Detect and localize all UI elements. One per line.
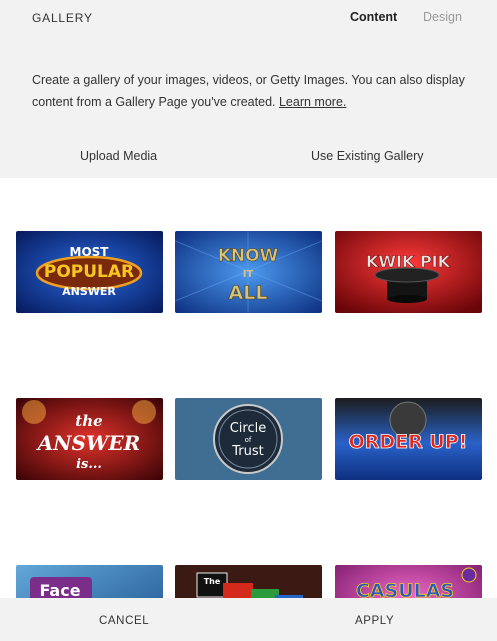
gallery-thumbnail[interactable]: the ANSWER is...: [16, 398, 163, 480]
thumbnail-image: KNOW IT ALL: [175, 231, 322, 313]
description-text: Create a gallery of your images, videos,…: [32, 73, 465, 109]
gallery-grid: MOST POPULAR ANSWER KNOW IT ALL KWIK PIK: [0, 178, 497, 641]
thumbnail-image: ORDER UP!: [335, 398, 482, 480]
panel-title: GALLERY: [32, 11, 93, 25]
gallery-thumbnail[interactable]: KWIK PIK: [335, 231, 482, 313]
cancel-button[interactable]: CANCEL: [99, 615, 149, 627]
thumbnail-line: Trust: [231, 444, 263, 459]
tab-design[interactable]: Design: [423, 10, 462, 24]
gallery-thumbnail[interactable]: ORDER UP!: [335, 398, 482, 480]
learn-more-link[interactable]: Learn more.: [279, 95, 346, 109]
thumbnail-line: The: [204, 577, 221, 586]
thumbnail-image: the ANSWER is...: [16, 398, 163, 480]
thumbnail-image: MOST POPULAR ANSWER: [16, 231, 163, 313]
thumbnail-line: ANSWER: [62, 285, 116, 298]
tab-content[interactable]: Content: [350, 10, 397, 24]
dialog-footer: CANCEL APPLY: [0, 598, 497, 641]
thumbnail-line: ORDER UP!: [349, 431, 468, 453]
thumbnail-line: IT: [243, 269, 254, 280]
thumbnail-line: POPULAR: [44, 262, 134, 282]
thumbnail-line: ANSWER: [36, 431, 141, 455]
thumbnail-line: KWIK PIK: [366, 252, 451, 271]
gallery-thumbnail[interactable]: MOST POPULAR ANSWER: [16, 231, 163, 313]
thumbnail-line: KNOW: [218, 246, 279, 266]
gallery-description: Create a gallery of your images, videos,…: [32, 69, 472, 113]
source-actions: Upload Media Use Existing Gallery: [0, 142, 497, 178]
thumbnail-line: is...: [76, 457, 102, 472]
thumbnail-line: Circle: [230, 421, 267, 436]
thumbnail-image: KWIK PIK: [335, 231, 482, 313]
gallery-thumbnail[interactable]: Circle of Trust: [175, 398, 322, 480]
use-existing-gallery-button[interactable]: Use Existing Gallery: [311, 149, 424, 163]
thumbnail-line: ALL: [229, 282, 268, 304]
upload-media-button[interactable]: Upload Media: [80, 149, 157, 163]
thumbnail-line: of: [245, 436, 252, 444]
thumbnail-line: MOST: [70, 245, 110, 259]
thumbnail-line: the: [75, 412, 102, 430]
apply-button[interactable]: APPLY: [355, 615, 394, 627]
thumbnail-image: Circle of Trust: [175, 398, 322, 480]
panel-header: GALLERY Content Design: [0, 0, 497, 36]
gallery-thumbnail[interactable]: KNOW IT ALL: [175, 231, 322, 313]
